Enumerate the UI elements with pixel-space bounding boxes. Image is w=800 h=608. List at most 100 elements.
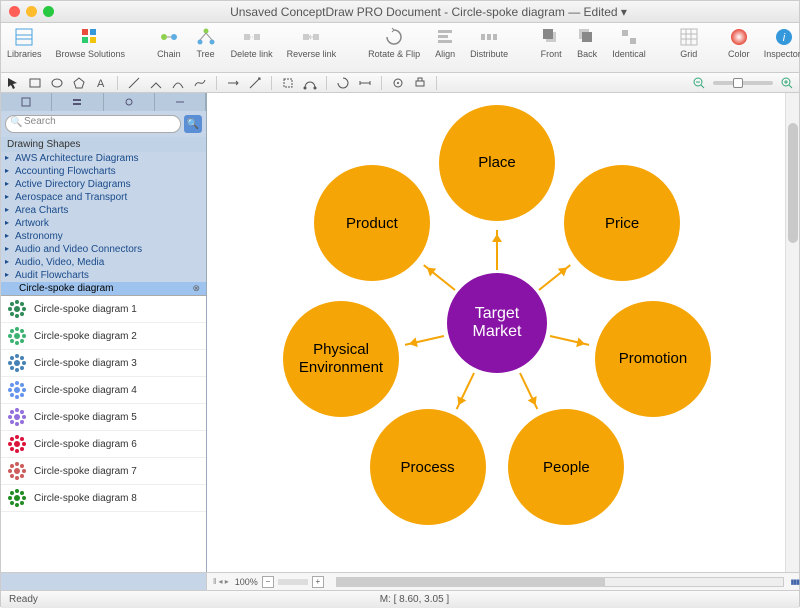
search-input[interactable]: Search bbox=[5, 115, 181, 133]
browse-solutions-button[interactable]: Browse Solutions bbox=[56, 26, 126, 59]
zoom-out-icon[interactable] bbox=[691, 75, 707, 91]
smart-connector-tool[interactable] bbox=[225, 75, 241, 91]
status-left: Ready bbox=[9, 594, 38, 605]
spoke-arrow bbox=[423, 265, 456, 292]
category-item[interactable]: Astronomy bbox=[1, 230, 206, 243]
thumb-item[interactable]: Circle-spoke diagram 5 bbox=[1, 404, 206, 431]
chain-button[interactable]: Chain bbox=[157, 26, 181, 59]
minimize-window-button[interactable] bbox=[26, 6, 37, 17]
spoke-arrow bbox=[520, 372, 539, 409]
canvas[interactable]: PlacePrice PromotionPeopleProcessPhysical… bbox=[207, 93, 799, 572]
category-item[interactable]: AWS Architecture Diagrams bbox=[1, 152, 206, 165]
back-button[interactable]: Back bbox=[576, 26, 598, 59]
spline-tool[interactable] bbox=[192, 75, 208, 91]
category-item[interactable]: Aerospace and Transport bbox=[1, 191, 206, 204]
crop-tool[interactable] bbox=[280, 75, 296, 91]
bezier-tool[interactable] bbox=[302, 75, 318, 91]
polygon-tool[interactable] bbox=[71, 75, 87, 91]
status-coords: M: [ 8.60, 3.05 ] bbox=[38, 594, 791, 605]
direct-connector-tool[interactable] bbox=[247, 75, 263, 91]
side-tab-4[interactable] bbox=[155, 93, 206, 111]
reverse-link-button[interactable]: Reverse link bbox=[287, 26, 337, 59]
thumb-item[interactable]: Circle-spoke diagram 4 bbox=[1, 377, 206, 404]
side-tab-1[interactable] bbox=[1, 93, 52, 111]
thumb-label: Circle-spoke diagram 6 bbox=[34, 439, 137, 450]
align-button[interactable]: Align bbox=[434, 26, 456, 59]
zoom-minus-button[interactable]: − bbox=[262, 576, 274, 588]
thumb-icon bbox=[6, 352, 28, 374]
ellipse-tool[interactable] bbox=[49, 75, 65, 91]
category-item[interactable]: Accounting Flowcharts bbox=[1, 165, 206, 178]
category-item[interactable]: Area Charts bbox=[1, 204, 206, 217]
window-titlebar: Unsaved ConceptDraw PRO Document - Circl… bbox=[1, 1, 799, 23]
search-button[interactable]: 🔍 bbox=[184, 115, 202, 133]
tree-button[interactable]: Tree bbox=[195, 26, 217, 59]
delete-link-button[interactable]: Delete link bbox=[231, 26, 273, 59]
main-toolbar: Libraries Browse Solutions Chain Tree De… bbox=[1, 23, 799, 73]
spoke-arrow bbox=[405, 335, 444, 346]
zoom-plus-button[interactable]: + bbox=[312, 576, 324, 588]
zoom-in-icon[interactable] bbox=[779, 75, 795, 91]
thumb-item[interactable]: Circle-spoke diagram 6 bbox=[1, 431, 206, 458]
vertical-scrollbar[interactable] bbox=[785, 93, 799, 572]
rotate-tool[interactable] bbox=[335, 75, 351, 91]
zoom-slider-thumb[interactable] bbox=[733, 78, 743, 88]
category-item[interactable]: Audio, Video, Media bbox=[1, 256, 206, 269]
thumb-icon bbox=[6, 325, 28, 347]
spoke-node[interactable]: Process bbox=[370, 409, 486, 525]
category-item[interactable]: Audit Flowcharts bbox=[1, 269, 206, 282]
thumb-label: Circle-spoke diagram 4 bbox=[34, 385, 137, 396]
spoke-node[interactable]: Physical Environment bbox=[283, 301, 399, 417]
thumb-label: Circle-spoke diagram 8 bbox=[34, 493, 137, 504]
snap-tool[interactable] bbox=[390, 75, 406, 91]
front-button[interactable]: Front bbox=[540, 26, 562, 59]
rotate-flip-button[interactable]: Rotate & Flip bbox=[368, 26, 420, 59]
thumb-item[interactable]: Circle-spoke diagram 3 bbox=[1, 350, 206, 377]
thumb-item[interactable]: Circle-spoke diagram 8 bbox=[1, 485, 206, 512]
zoom-level: 100% bbox=[235, 577, 258, 587]
thumb-icon bbox=[6, 379, 28, 401]
side-tab-2[interactable] bbox=[52, 93, 103, 111]
thumb-item[interactable]: Circle-spoke diagram 7 bbox=[1, 458, 206, 485]
text-tool[interactable]: A bbox=[93, 75, 109, 91]
thumb-item[interactable]: Circle-spoke diagram 2 bbox=[1, 323, 206, 350]
spoke-node[interactable]: Price bbox=[564, 165, 680, 281]
thumb-icon bbox=[6, 487, 28, 509]
arc-tool[interactable] bbox=[170, 75, 186, 91]
spoke-node[interactable]: Place bbox=[439, 105, 555, 221]
close-window-button[interactable] bbox=[9, 6, 20, 17]
identical-button[interactable]: Identical bbox=[612, 26, 646, 59]
line-tool[interactable] bbox=[126, 75, 142, 91]
thumb-label: Circle-spoke diagram 2 bbox=[34, 331, 137, 342]
category-item[interactable]: Active Directory Diagrams bbox=[1, 178, 206, 191]
color-button[interactable]: Color bbox=[728, 26, 750, 59]
print-tool[interactable] bbox=[412, 75, 428, 91]
pointer-tool[interactable] bbox=[5, 75, 21, 91]
spoke-node[interactable]: Promotion bbox=[595, 301, 711, 417]
libraries-button[interactable]: Libraries bbox=[7, 26, 42, 59]
horizontal-scrollbar[interactable] bbox=[336, 577, 785, 587]
zoom-window-button[interactable] bbox=[43, 6, 54, 17]
thumb-item[interactable]: Circle-spoke diagram 1 bbox=[1, 296, 206, 323]
spoke-arrow bbox=[455, 372, 474, 409]
drawing-shapes-header: Drawing Shapes bbox=[1, 137, 206, 152]
inspectors-button[interactable]: i Inspectors bbox=[764, 26, 800, 59]
center-node[interactable]: TargetMarket bbox=[447, 273, 547, 373]
category-item-selected[interactable]: Circle-spoke diagram bbox=[1, 282, 206, 295]
window-title: Unsaved ConceptDraw PRO Document - Circl… bbox=[66, 5, 791, 19]
category-item[interactable]: Audio and Video Connectors bbox=[1, 243, 206, 256]
status-bar: Ready M: [ 8.60, 3.05 ] bbox=[1, 590, 799, 608]
thumb-label: Circle-spoke diagram 5 bbox=[34, 412, 137, 423]
spoke-node[interactable]: People bbox=[508, 409, 624, 525]
grid-button[interactable]: Grid bbox=[678, 26, 700, 59]
thumb-label: Circle-spoke diagram 1 bbox=[34, 304, 137, 315]
rect-tool[interactable] bbox=[27, 75, 43, 91]
thumb-icon bbox=[6, 298, 28, 320]
connector-tool[interactable] bbox=[148, 75, 164, 91]
category-item[interactable]: Artwork bbox=[1, 217, 206, 230]
side-tab-3[interactable] bbox=[104, 93, 155, 111]
dimension-tool[interactable] bbox=[357, 75, 373, 91]
spoke-node[interactable]: Product bbox=[314, 165, 430, 281]
library-sidebar: Search 🔍 Drawing Shapes AWS Architecture… bbox=[1, 93, 207, 572]
distribute-button[interactable]: Distribute bbox=[470, 26, 508, 59]
